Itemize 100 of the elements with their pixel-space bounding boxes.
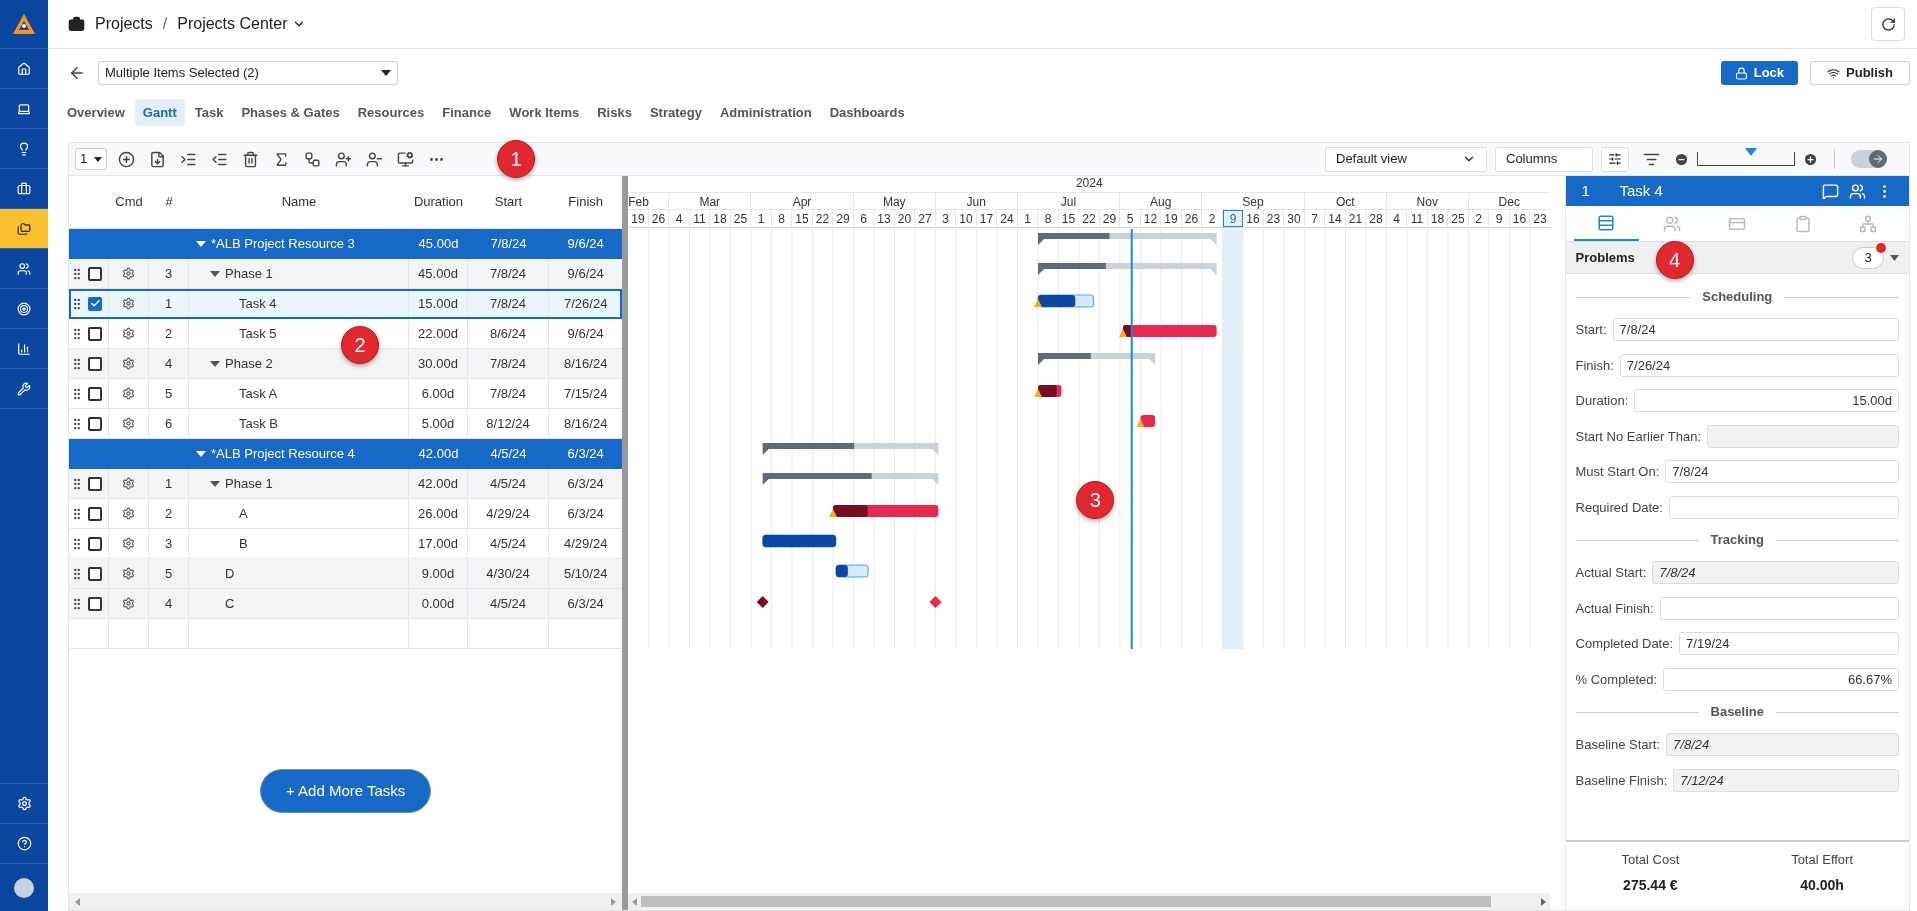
task-row[interactable]: 3 Phase 1 45.00d 7/8/24 9/6/24	[69, 259, 623, 289]
remove-user-icon[interactable]	[366, 150, 383, 168]
week-label[interactable]: 28	[1366, 210, 1387, 227]
week-label[interactable]: 10	[956, 210, 977, 227]
task-row[interactable]: 6 Task B 5.00d 8/12/24 8/16/24	[69, 409, 623, 439]
week-label[interactable]: 23	[1263, 210, 1285, 227]
splitter[interactable]	[622, 176, 629, 910]
row-checkbox[interactable]	[88, 566, 102, 581]
summary-bar[interactable]	[1038, 353, 1156, 365]
task-row[interactable]: 5 D 9.00d 4/30/24 5/10/24	[69, 559, 623, 589]
week-label[interactable]: 30	[1284, 210, 1305, 227]
scroll-right-icon[interactable]	[1541, 897, 1547, 906]
summary-row[interactable]: *ALB Project Resource 3 45.00d 7/8/24 9/6/24	[69, 229, 623, 259]
week-label[interactable]: 26	[1181, 210, 1203, 227]
week-label[interactable]: 1	[751, 210, 772, 227]
field-input[interactable]: 7/19/24	[1679, 632, 1899, 656]
breadcrumb-link[interactable]: Projects	[95, 12, 153, 36]
level-select[interactable]: 1	[75, 148, 107, 170]
caret-icon[interactable]	[1890, 254, 1899, 261]
week-label[interactable]: 3	[935, 210, 957, 227]
week-label[interactable]: 4	[669, 210, 690, 227]
week-label[interactable]: 26	[648, 210, 670, 227]
task-row[interactable]: 4 C 0.00d 4/5/24 6/3/24	[69, 589, 623, 619]
team-icon[interactable]	[1849, 182, 1866, 200]
gear-icon[interactable]	[122, 597, 135, 610]
week-label[interactable]: 14	[1325, 210, 1346, 227]
field-input[interactable]	[1707, 424, 1899, 448]
task-bar[interactable]	[833, 505, 939, 517]
project-selector[interactable]: Multiple Items Selected (2)	[98, 61, 398, 85]
week-label[interactable]: 2	[1468, 210, 1490, 227]
scrollbar[interactable]	[628, 893, 1551, 910]
week-label[interactable]: 5	[1120, 210, 1141, 227]
row-checkbox[interactable]	[88, 296, 102, 311]
gear-icon[interactable]	[122, 567, 135, 580]
summary-bar[interactable]	[1038, 263, 1217, 275]
week-label[interactable]: 11	[689, 210, 711, 227]
tab[interactable]: Dashboards	[821, 99, 913, 126]
week-label[interactable]: 8	[771, 210, 793, 227]
milestone-icon[interactable]	[756, 596, 769, 608]
week-label[interactable]: 18	[1427, 210, 1449, 227]
week-label[interactable]: 15	[792, 210, 813, 227]
summary-row[interactable]: *ALB Project Resource 4 42.00d 4/5/24 6/3/24	[69, 439, 623, 469]
task-bar[interactable]	[1038, 385, 1062, 397]
zoom-in-icon[interactable]	[1803, 151, 1818, 167]
view-dropdown[interactable]: Default view	[1325, 146, 1487, 172]
week-label[interactable]: 2	[1202, 210, 1223, 227]
week-label[interactable]: 17	[976, 210, 998, 227]
tab[interactable]: Resources	[349, 99, 433, 126]
field-input[interactable]: 7/8/24	[1612, 318, 1899, 342]
back-icon[interactable]	[68, 64, 86, 82]
field-input[interactable]: 7/12/24	[1673, 768, 1899, 792]
gear-icon[interactable]	[122, 477, 135, 490]
gear-icon[interactable]	[122, 507, 135, 520]
comment-icon[interactable]	[1822, 182, 1839, 200]
row-checkbox[interactable]	[88, 266, 102, 281]
problem-count[interactable]: 3	[1852, 246, 1884, 269]
add-user-icon[interactable]	[335, 150, 352, 168]
gear-icon[interactable]	[122, 387, 135, 400]
column-header[interactable]: Finish	[549, 192, 623, 212]
tab[interactable]: Finance	[434, 99, 500, 126]
summary-bar[interactable]	[762, 473, 939, 485]
week-label[interactable]: 21	[1345, 210, 1367, 227]
tab[interactable]: Risks	[589, 99, 640, 126]
add-icon[interactable]	[118, 150, 135, 168]
gear-icon[interactable]	[122, 327, 135, 340]
row-checkbox[interactable]	[88, 416, 102, 431]
week-label[interactable]: 19	[628, 210, 649, 227]
publish-button[interactable]: Publish	[1810, 61, 1910, 85]
field-input[interactable]: 7/8/24	[1665, 460, 1899, 484]
avatar[interactable]	[14, 877, 34, 898]
gear-icon[interactable]	[122, 267, 135, 280]
field-input[interactable]	[1668, 495, 1899, 519]
week-label[interactable]: 9	[1489, 210, 1510, 227]
week-label[interactable]: 7	[1304, 210, 1326, 227]
week-label[interactable]: 25	[1448, 210, 1469, 227]
tab[interactable]: Task	[186, 99, 232, 126]
lock-button[interactable]: Lock	[1720, 61, 1799, 85]
week-label[interactable]: 15	[1058, 210, 1080, 227]
field-input[interactable]: 15.00d	[1634, 389, 1899, 413]
refresh-button[interactable]	[1871, 7, 1905, 41]
columns-button[interactable]: Columns	[1495, 146, 1593, 172]
row-checkbox[interactable]	[88, 476, 102, 491]
logo-icon[interactable]	[12, 13, 36, 35]
summary-bar[interactable]	[1038, 233, 1217, 245]
task-bar[interactable]	[1123, 325, 1217, 337]
field-input[interactable]: 7/8/24	[1666, 733, 1899, 757]
row-checkbox[interactable]	[88, 596, 102, 611]
field-input[interactable]	[1659, 596, 1899, 620]
week-label[interactable]: 18	[710, 210, 731, 227]
task-row[interactable]: 3 B 17.00d 4/5/24 4/29/24	[69, 529, 623, 559]
week-label[interactable]: 29	[833, 210, 854, 227]
gear-icon[interactable]	[122, 297, 135, 310]
week-label[interactable]: 20	[894, 210, 916, 227]
task-row[interactable]: 5 Task A 6.00d 7/8/24 7/15/24	[69, 379, 623, 409]
monitor-icon[interactable]	[397, 150, 414, 168]
summary-bar[interactable]	[762, 443, 939, 455]
settings-icon[interactable]	[16, 796, 32, 811]
week-label[interactable]: 1	[1017, 210, 1039, 227]
link-icon[interactable]	[304, 150, 321, 168]
task-bar[interactable]	[835, 564, 869, 578]
